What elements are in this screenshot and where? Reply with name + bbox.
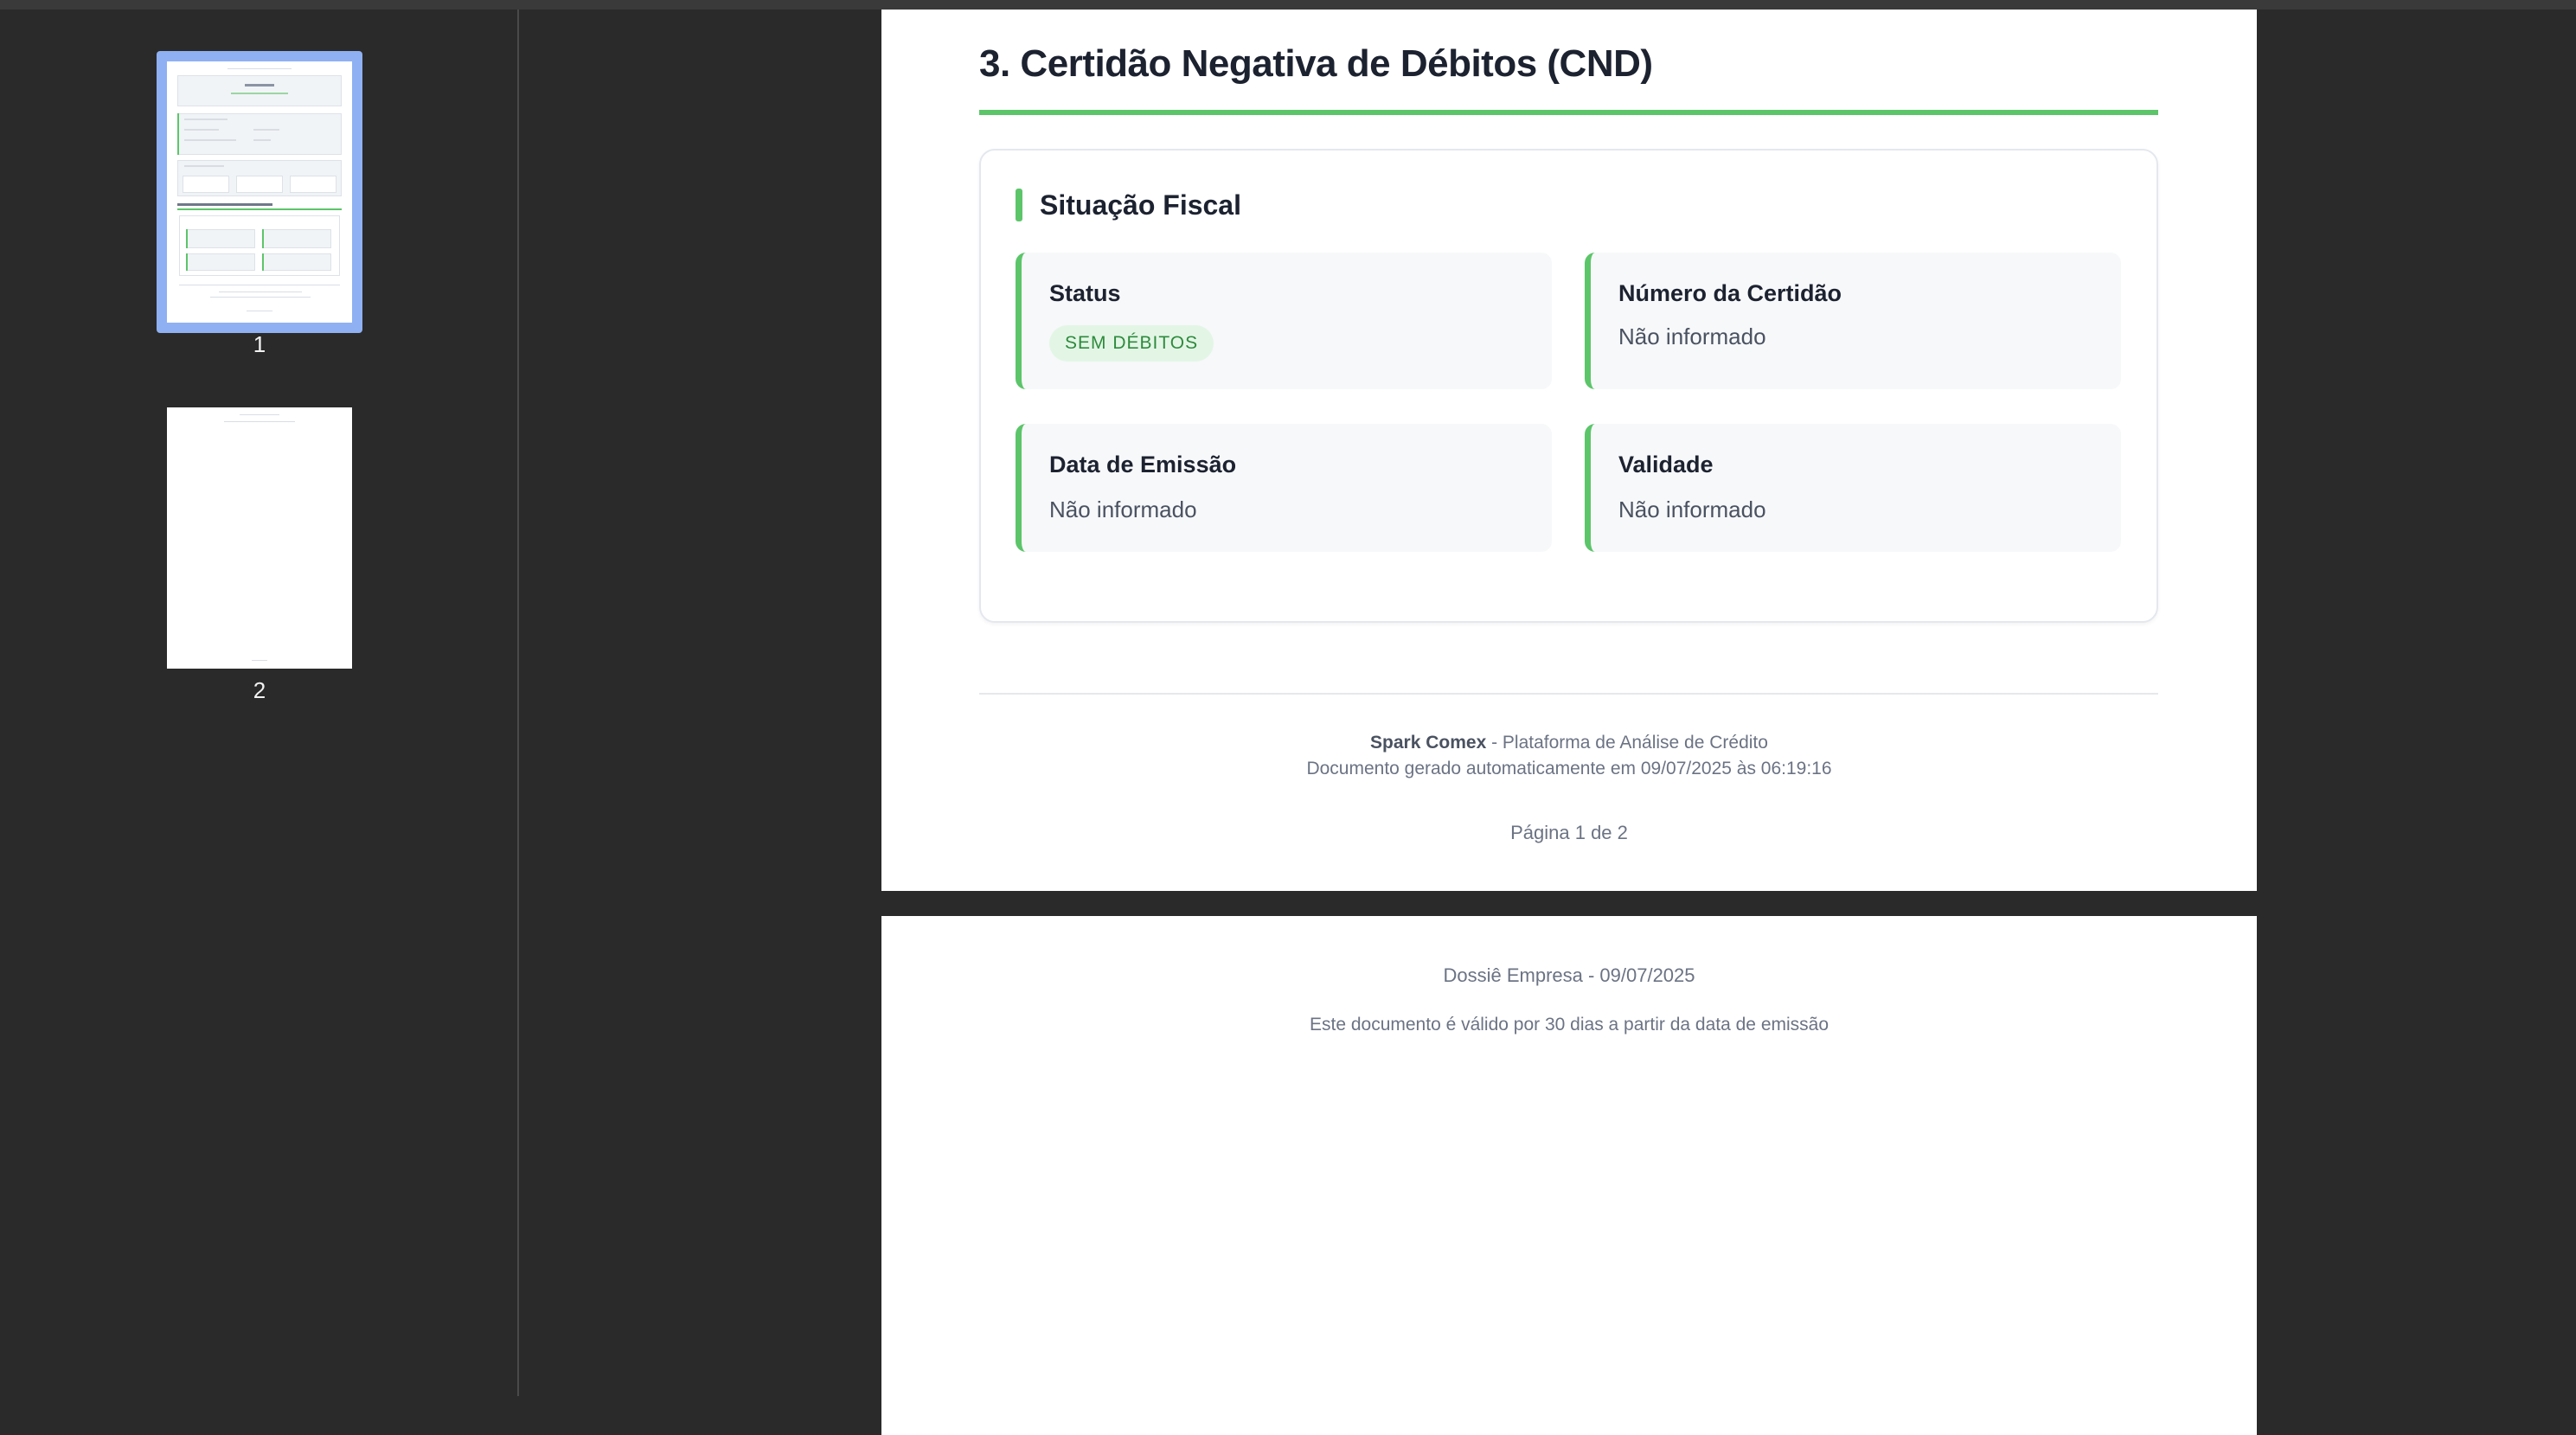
thumbnail-sidebar: 1 2 (0, 10, 519, 1396)
thumbnail-label-2: 2 (253, 677, 266, 703)
field-validade: Validade Não informado (1585, 424, 2121, 552)
page-2-validity-note: Este documento é válido por 30 dias a pa… (1309, 1015, 1829, 1035)
field-status: Status SEM DÉBITOS (1016, 253, 1552, 389)
card-title: Situação Fiscal (1040, 189, 1241, 221)
field-value-emissao: Não informado (1049, 496, 1197, 522)
field-label-emissao: Data de Emissão (1049, 452, 1237, 477)
page-2-header: Dossiê Empresa - 09/07/2025 (1443, 964, 1695, 986)
page-number: Página 1 de 2 (1510, 822, 1628, 843)
field-data-emissao: Data de Emissão Não informado (1016, 424, 1552, 552)
field-label-validade: Validade (1618, 452, 1714, 477)
window-top-bar (0, 0, 2576, 10)
thumbnail-page-1[interactable] (167, 61, 352, 323)
footer-generated: Documento gerado automaticamente em 09/0… (1306, 759, 1832, 778)
field-value-numero: Não informado (1618, 324, 1766, 349)
thumbnail-page-1-selected[interactable] (157, 51, 362, 333)
footer-brand: Spark Comex (1370, 733, 1487, 753)
field-value-validade: Não informado (1618, 496, 1766, 522)
field-label-status: Status (1049, 280, 1121, 306)
document-viewer[interactable]: 3. Certidão Negativa de Débitos (CND) Si… (521, 10, 2576, 1435)
fiscal-status-card: Situação Fiscal Status SEM DÉBITOS Númer… (979, 149, 2158, 623)
field-label-numero: Número da Certidão (1618, 280, 1842, 306)
section-title: 3. Certidão Negativa de Débitos (CND) (979, 42, 1653, 85)
footer-brand-line: Spark Comex - Plataforma de Análise de C… (881, 733, 2257, 753)
footer-divider (979, 693, 2158, 695)
section-divider (979, 110, 2158, 115)
thumbnail-label-1: 1 (253, 331, 266, 357)
field-numero-certidao: Número da Certidão Não informado (1585, 253, 2121, 389)
page-2: Dossiê Empresa - 09/07/2025 Este documen… (881, 916, 2257, 1435)
status-badge: SEM DÉBITOS (1049, 325, 1214, 362)
card-accent-bar (1016, 189, 1022, 221)
footer-tagline: - Plataforma de Análise de Crédito (1486, 733, 1768, 753)
thumbnail-page-2[interactable] (167, 407, 352, 669)
page-1: 3. Certidão Negativa de Débitos (CND) Si… (881, 10, 2257, 891)
